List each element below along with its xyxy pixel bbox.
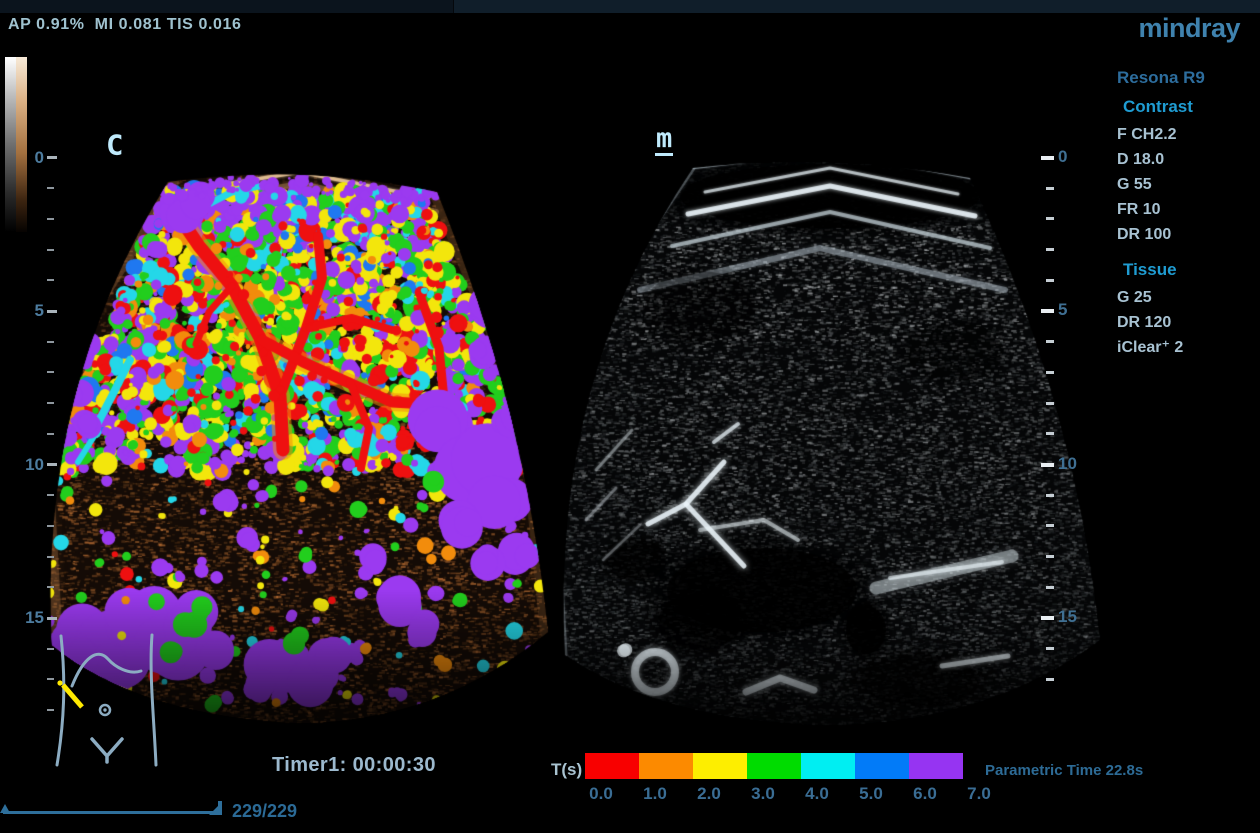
ruler-tick [1046, 524, 1054, 527]
top-bar [0, 0, 1260, 13]
ruler-tick [1041, 309, 1054, 313]
contrast-dynamic-range: DR 100 [1117, 222, 1257, 247]
cine-frame-counter: 229/229 [232, 801, 297, 822]
probe-mark-icon [57, 680, 82, 707]
abdomen-outline-icon [57, 635, 156, 765]
ruler-tick [47, 402, 54, 404]
scale-color-swatch [693, 753, 747, 779]
depth-label: 0 [10, 148, 44, 168]
ruler-tick [47, 279, 54, 281]
contrast-depth: D 18.0 [1117, 147, 1257, 172]
ruler-tick [1041, 463, 1054, 467]
ruler-tick [1046, 586, 1054, 589]
cine-progress-bar[interactable] [0, 798, 230, 824]
scale-tick-label: 0.0 [583, 784, 619, 804]
contrast-gain: G 55 [1117, 172, 1257, 197]
ruler-tick [1046, 647, 1054, 650]
depth-label: 0 [1058, 147, 1067, 167]
scale-tick-label: 4.0 [799, 784, 835, 804]
scale-tick-label: 7.0 [961, 784, 997, 804]
scale-color-swatch [909, 753, 963, 779]
cine-start-marker-icon [0, 804, 10, 813]
ruler-tick [1046, 340, 1054, 343]
ruler-tick [1046, 494, 1054, 497]
acoustic-output-readout: AP 0.91% MI 0.081 TIS 0.016 [8, 16, 242, 34]
ruler-tick [47, 310, 57, 313]
contrast-timer: Timer1: 00:00:30 [272, 754, 436, 777]
ruler-tick [47, 249, 54, 251]
ruler-tick [47, 586, 54, 588]
tissue-iclear: iClear⁺ 2 [1117, 335, 1257, 360]
scale-tick-label: 5.0 [853, 784, 889, 804]
ruler-tick [47, 187, 54, 189]
scale-tick-label: 6.0 [907, 784, 943, 804]
scale-color-swatch [801, 753, 855, 779]
ruler-tick [1046, 248, 1054, 251]
depth-label: 10 [1058, 454, 1077, 474]
ruler-tick [47, 218, 54, 220]
ruler-tick [1046, 402, 1054, 405]
top-bar-right-segment [454, 0, 1260, 13]
ruler-tick [1046, 555, 1054, 558]
depth-label: 5 [1058, 300, 1067, 320]
parametric-time-caption: Parametric Time 22.8s [985, 762, 1143, 779]
scale-color-swatch [747, 753, 801, 779]
scale-tick-label: 2.0 [691, 784, 727, 804]
window-label-contrast: C [106, 132, 123, 160]
ruler-tick [1046, 187, 1054, 190]
navel-dot-icon [103, 708, 106, 711]
scale-tick-label: 1.0 [637, 784, 673, 804]
ruler-tick [47, 341, 54, 343]
window-label-tissue-active: m [655, 125, 673, 156]
ruler-tick [47, 371, 54, 373]
ruler-tick [47, 525, 54, 527]
grayscale-colorbar [5, 57, 27, 232]
ruler-tick [47, 617, 57, 620]
system-name: Resona R9 [1117, 68, 1257, 88]
grayscale-colorbar-sepia [16, 57, 27, 232]
ruler-tick [1046, 279, 1054, 282]
cine-playhead-bar [218, 801, 222, 815]
ruler-tick [1046, 432, 1054, 435]
image-parameters-panel: Resona R9 Contrast F CH2.2 D 18.0 G 55 F… [1115, 68, 1257, 360]
body-marker [40, 628, 190, 778]
depth-label: 5 [10, 301, 44, 321]
tissue-gain: G 25 [1117, 285, 1257, 310]
scale-tick-label: 3.0 [745, 784, 781, 804]
contrast-section-title: Contrast [1123, 97, 1257, 117]
depth-label: 10 [10, 455, 44, 475]
tissue-section-title: Tissue [1123, 260, 1257, 280]
ruler-tick [1041, 616, 1054, 620]
depth-label: 15 [10, 608, 44, 628]
ruler-tick [47, 494, 54, 496]
scale-color-swatch [855, 753, 909, 779]
scale-color-swatch [585, 753, 639, 779]
ruler-tick [1046, 678, 1054, 681]
ruler-tick [1046, 371, 1054, 374]
ruler-tick [47, 556, 54, 558]
ruler-tick [1046, 217, 1054, 220]
tissue-dynamic-range: DR 120 [1117, 310, 1257, 335]
cine-track [3, 811, 219, 814]
contrast-frequency: F CH2.2 [1117, 122, 1257, 147]
scale-color-swatch [639, 753, 693, 779]
time-scale-label: T(s) [551, 760, 582, 780]
cine-playhead-icon [209, 806, 218, 815]
grayscale-colorbar-gray [5, 57, 16, 232]
depth-label: 15 [1058, 607, 1077, 627]
ultrasound-screen: AP 0.91% MI 0.081 TIS 0.016 mindray Reso… [0, 0, 1260, 833]
ruler-tick [1041, 156, 1054, 160]
contrast-framerate: FR 10 [1117, 197, 1257, 222]
ruler-tick [47, 463, 57, 466]
mindray-logo: mindray [1138, 13, 1240, 44]
ruler-tick [47, 156, 57, 159]
ruler-tick [47, 433, 54, 435]
top-bar-divider [453, 0, 454, 13]
